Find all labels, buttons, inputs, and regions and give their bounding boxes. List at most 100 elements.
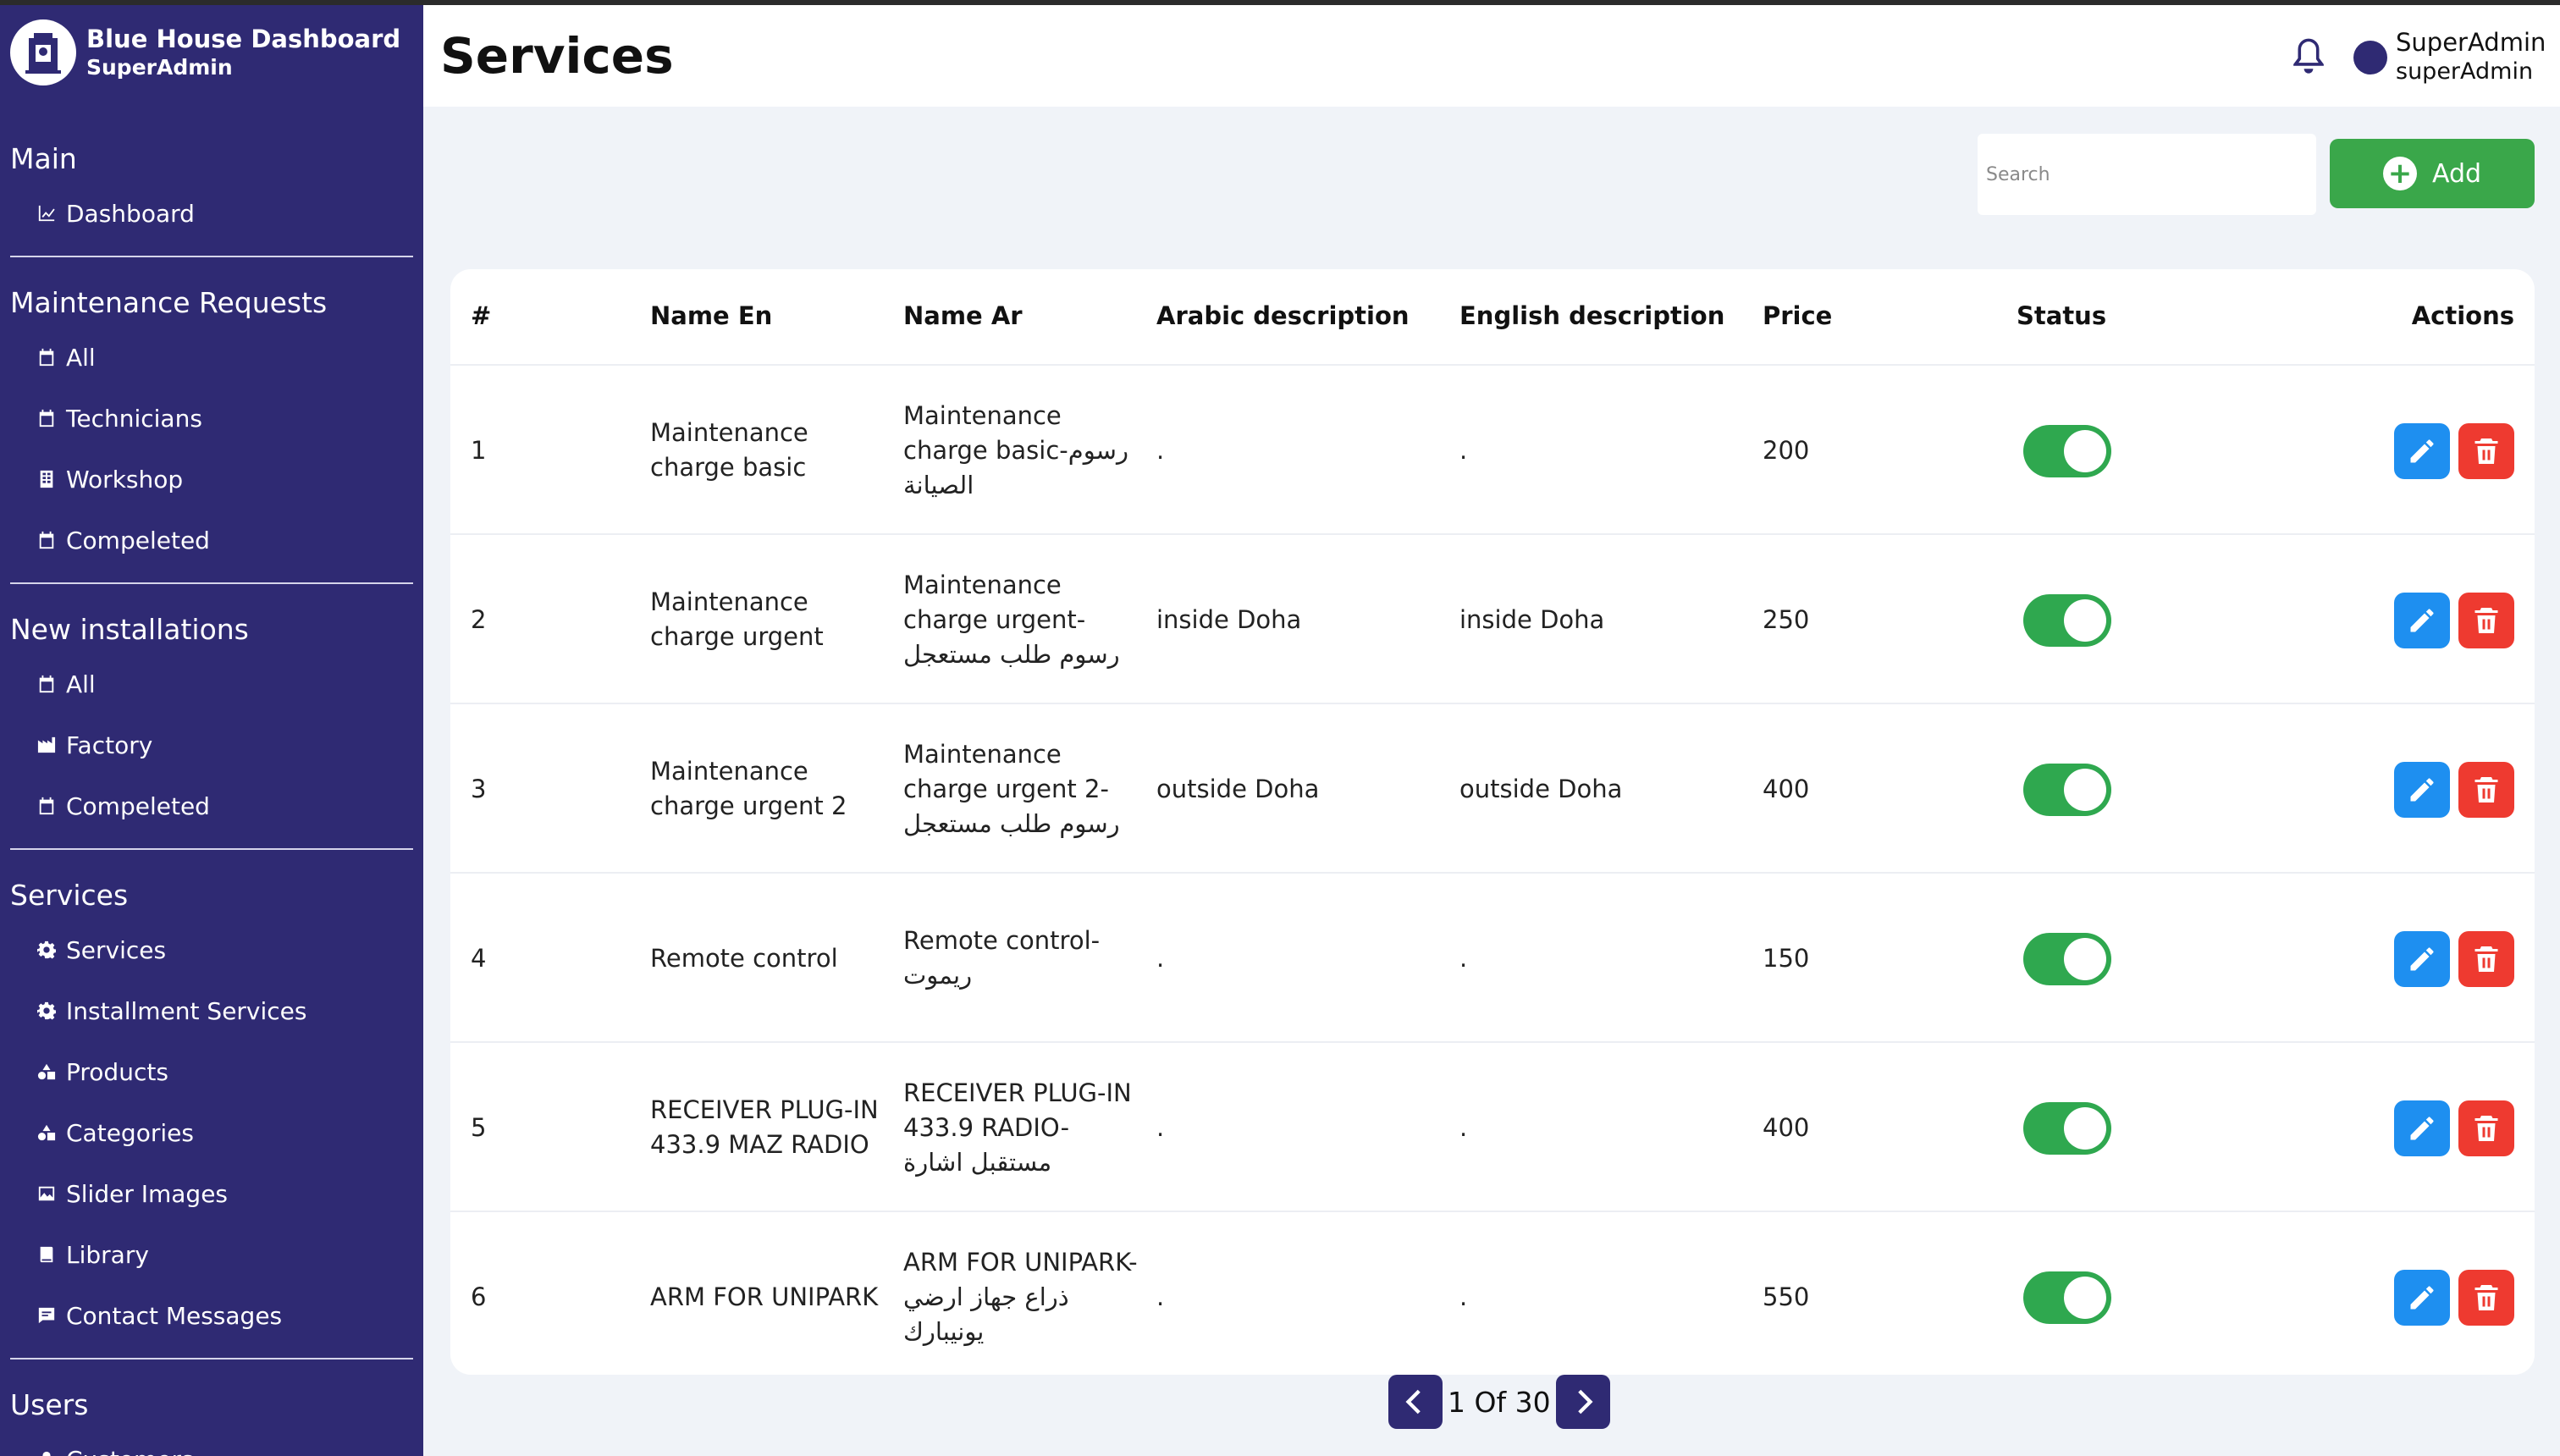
edit-button[interactable] [2394,593,2450,648]
sidebar-item-installment-services[interactable]: Installment Services [10,980,413,1041]
column-header-english-description: English description [1459,301,1725,330]
cell-text: . [1459,435,1468,465]
sidebar-item-label: Factory [66,731,153,759]
sidebar-item-installations-all[interactable]: All [10,654,413,714]
delete-button[interactable] [2458,1100,2514,1156]
table-row: 1 Maintenance charge basic Maintenance charg… [450,366,2535,535]
edit-button[interactable] [2394,931,2450,987]
divider [10,582,413,584]
status-toggle[interactable] [2023,1102,2111,1155]
cell-text: outside Doha [1156,774,1320,803]
sidebar-item-contact-messages[interactable]: Contact Messages [10,1285,413,1346]
cell-number: 3 [471,704,623,874]
sidebar-item-customers[interactable]: Customers [10,1429,413,1456]
sidebar-item-label: All [66,670,96,698]
sidebar-item-products[interactable]: Products [10,1041,413,1102]
column-header-name-ar: Name Ar [903,301,1023,330]
status-toggle[interactable] [2023,594,2111,647]
user-name[interactable]: SuperAdmin [2396,27,2546,58]
cell-line: ريموت [903,961,973,990]
nav-section-services: Services Services Installment Services P… [0,869,423,1346]
sidebar-item-factory[interactable]: Factory [10,714,413,775]
cell-name-ar: ARM FOR UNIPARK- ذراع جهاز ارضي يونيبارك [903,1212,1149,1375]
sidebar-item-label: Dashboard [66,199,195,228]
sidebar-item-maintenance-completed[interactable]: Compeleted [10,510,413,571]
edit-button[interactable] [2394,762,2450,818]
calendar-icon [37,409,66,427]
status-toggle[interactable] [2023,764,2111,816]
house-logo-icon [25,33,61,74]
trash-icon [2474,1285,2498,1310]
toggle-knob [2064,430,2106,472]
brand[interactable]: Blue House Dashboard SuperAdmin [10,17,400,88]
cell-text: 5 [471,1112,487,1142]
cell-text: 3 [471,774,487,803]
search-input[interactable] [1978,134,2316,215]
add-button[interactable]: + Add [2330,139,2535,208]
delete-button[interactable] [2458,762,2514,818]
cell-number: 6 [471,1212,623,1375]
cell-price: 250 [1763,535,1932,704]
cell-number: 4 [471,874,623,1043]
cell-price: 150 [1763,874,1932,1043]
sidebar-item-maintenance-all[interactable]: All [10,327,413,388]
cell-line: RECEIVER PLUG-IN [903,1078,1132,1107]
cell-line: 433.9 MAZ RADIO [650,1130,869,1159]
cell-line: ARM FOR UNIPARK- [903,1247,1138,1277]
avatar[interactable] [2353,41,2387,74]
status-toggle[interactable] [2023,1271,2111,1324]
cell-line: charge urgent 2- [903,774,1109,803]
divider [10,1358,413,1359]
nav-section-users: Users Customers [0,1378,423,1456]
sidebar-item-dashboard[interactable]: Dashboard [10,183,413,244]
sidebar-item-label: Installment Services [66,996,307,1025]
page-indicator: 1 Of 30 [1448,1385,1551,1419]
section-title: Main [10,142,77,175]
add-button-label: Add [2431,158,2482,189]
cell-name-ar: Maintenance charge urgent 2- رسوم طلب مستع… [903,704,1149,874]
cell-text: . [1156,943,1165,973]
edit-button[interactable] [2394,423,2450,479]
cell-number: 5 [471,1043,623,1212]
trash-icon [2474,777,2498,802]
column-header-arabic-description: Arabic description [1156,301,1410,330]
sidebar-item-installations-completed[interactable]: Compeleted [10,775,413,836]
bell-icon[interactable] [2290,36,2327,78]
sidebar-item-label: Workshop [66,465,184,494]
edit-button[interactable] [2394,1270,2450,1326]
sidebar-item-workshop[interactable]: Workshop [10,449,413,510]
sidebar-item-technicians[interactable]: Technicians [10,388,413,449]
sidebar-item-slider-images[interactable]: Slider Images [10,1163,413,1224]
previous-page-button[interactable] [1388,1375,1443,1429]
cell-text: 400 [1763,1112,1810,1142]
next-page-button[interactable] [1555,1375,1610,1429]
cell-text: 200 [1763,435,1810,465]
edit-button[interactable] [2394,1100,2450,1156]
chevron-left-icon [1405,1389,1421,1415]
cell-text: . [1156,435,1165,465]
sidebar-item-categories[interactable]: Categories [10,1102,413,1163]
delete-button[interactable] [2458,931,2514,987]
cell-text: . [1459,1112,1468,1142]
cell-arabic-description: . [1156,874,1444,1043]
sidebar-nav: Main Dashboard Maintenance Requests All … [0,132,423,1456]
delete-button[interactable] [2458,593,2514,648]
cell-arabic-description: outside Doha [1156,704,1444,874]
delete-button[interactable] [2458,1270,2514,1326]
status-toggle[interactable] [2023,933,2111,985]
shapes-icon [37,1062,66,1081]
pagination: 1 Of 30 [1388,1375,1610,1429]
cell-name-en: Maintenance charge basic [650,366,896,535]
cell-line: مستقبل اشارة [903,1147,1052,1177]
sidebar-item-services[interactable]: Services [10,919,413,980]
cell-text: 550 [1763,1282,1810,1311]
sidebar-item-library[interactable]: Library [10,1224,413,1285]
toggle-knob [2064,599,2106,642]
delete-button[interactable] [2458,423,2514,479]
factory-icon [37,736,66,754]
cell-english-description: . [1459,874,1747,1043]
pencil-icon [2410,1117,2434,1140]
status-toggle[interactable] [2023,425,2111,477]
cell-text: . [1459,943,1468,973]
cell-text: inside Doha [1156,604,1302,634]
